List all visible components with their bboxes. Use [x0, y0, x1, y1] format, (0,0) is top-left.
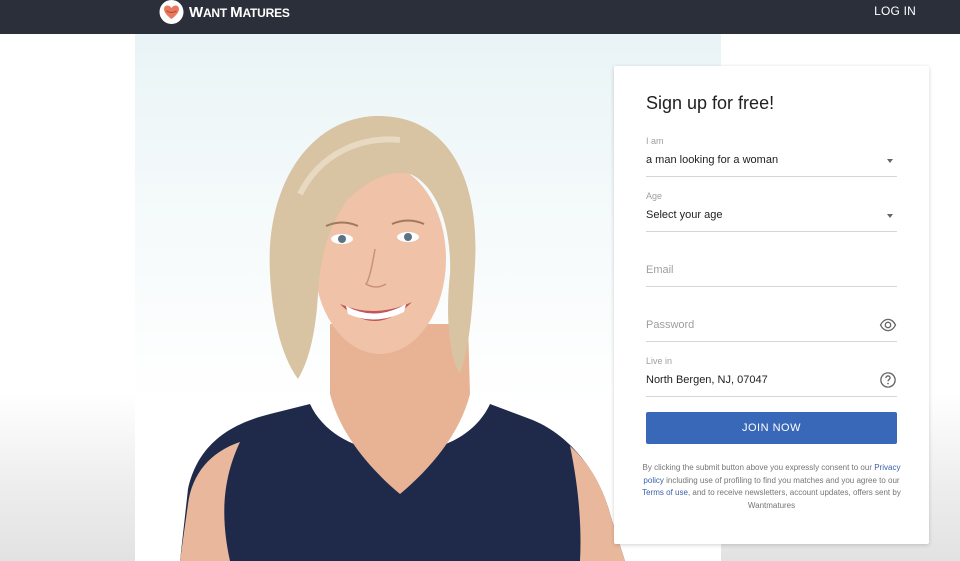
- legal-text-part3: , and to receive newsletters, account up…: [687, 488, 901, 510]
- age-label: Age: [646, 191, 663, 201]
- login-link[interactable]: LOG IN: [874, 4, 916, 18]
- logo-wordmark: WANT MATURES: [189, 4, 290, 21]
- legal-consent-text: By clicking the submit button above you …: [640, 462, 903, 512]
- caret-down-icon[interactable]: [887, 214, 893, 218]
- password-field[interactable]: Password: [646, 299, 897, 342]
- hero-woman-photo: [180, 115, 625, 561]
- age-value: Select your age: [646, 209, 723, 221]
- question-circle-icon[interactable]: [879, 371, 897, 389]
- logo-text-atures: ATURES: [242, 6, 290, 20]
- iam-value: a man looking for a woman: [646, 154, 779, 166]
- caret-down-icon[interactable]: [887, 159, 893, 163]
- iam-label: I am: [646, 136, 664, 146]
- password-placeholder: Password: [646, 319, 695, 331]
- email-field[interactable]: Email: [646, 244, 897, 287]
- age-select[interactable]: Age Select your age: [646, 189, 897, 232]
- hero-section: Sign up for free! I am a man looking for…: [0, 34, 960, 561]
- join-now-button[interactable]: JOIN NOW: [646, 412, 897, 444]
- terms-of-use-link[interactable]: Terms of use: [642, 488, 688, 497]
- brand-logo[interactable]: WANT MATURES: [158, 0, 290, 25]
- iam-select[interactable]: I am a man looking for a woman: [646, 134, 897, 177]
- legal-text-part1: By clicking the submit button above you …: [642, 463, 875, 472]
- location-value: North Bergen, NJ, 07047: [646, 374, 768, 386]
- logo-letter-m: M: [230, 4, 243, 21]
- top-navigation-bar: WANT MATURES LOG IN: [0, 0, 960, 34]
- heart-lips-icon: [159, 0, 184, 24]
- eye-icon[interactable]: [879, 316, 897, 334]
- location-label: Live in: [646, 356, 673, 366]
- location-field[interactable]: Live in North Bergen, NJ, 07047: [646, 354, 897, 397]
- legal-text-part2: including use of profiling to find you m…: [663, 475, 900, 485]
- signup-title: Sign up for free!: [646, 93, 775, 113]
- signup-card: Sign up for free! I am a man looking for…: [614, 66, 929, 544]
- logo-text-ant: ANT: [202, 6, 231, 20]
- logo-letter-w: W: [189, 4, 203, 21]
- email-placeholder: Email: [646, 264, 674, 276]
